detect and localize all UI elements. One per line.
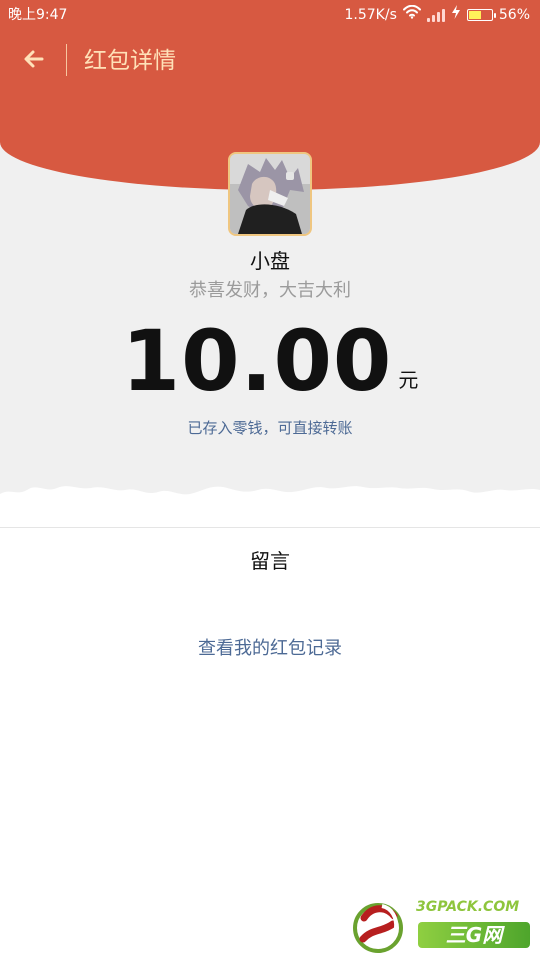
wifi-icon <box>402 0 421 30</box>
watermark-bottom-text: 三G网 <box>418 922 530 948</box>
saved-to-balance-note: 已存入零钱，可直接转账 <box>187 419 353 437</box>
site-watermark-logo: 3GPACK.COM 三G网 <box>348 894 538 958</box>
message-label: 留言 <box>250 549 290 573</box>
status-right-area: 1.57K/s 56% <box>344 0 530 30</box>
sender-avatar[interactable] <box>228 152 312 236</box>
red-packet-record-link[interactable]: 查看我的红包记录 <box>0 635 540 663</box>
section-divider <box>0 527 540 528</box>
battery-percent: 56% <box>498 7 530 23</box>
status-time: 晚上9:47 <box>8 7 68 23</box>
amount-unit: 元 <box>398 368 419 392</box>
torn-paper-edge <box>0 486 540 528</box>
sender-name: 小盘 <box>250 249 290 273</box>
navigation-bar: 红包详情 <box>0 30 540 92</box>
battery-icon <box>466 9 496 21</box>
back-button[interactable] <box>14 42 54 80</box>
network-speed: 1.57K/s <box>344 7 397 23</box>
navigation-divider <box>66 44 67 76</box>
page-title: 红包详情 <box>84 48 176 74</box>
back-arrow-icon <box>21 46 47 76</box>
status-bar: 晚上9:47 1.57K/s 56% <box>0 0 540 30</box>
amount-display: 10.00 元 <box>0 316 540 406</box>
blessing-text: 恭喜发财，大吉大利 <box>189 280 351 301</box>
charging-icon <box>451 0 461 30</box>
signal-icon <box>426 8 445 22</box>
watermark-top-text: 3GPACK.COM <box>416 899 520 915</box>
battery-level-fill <box>468 11 481 19</box>
amount-value: 10.00 <box>121 312 393 410</box>
